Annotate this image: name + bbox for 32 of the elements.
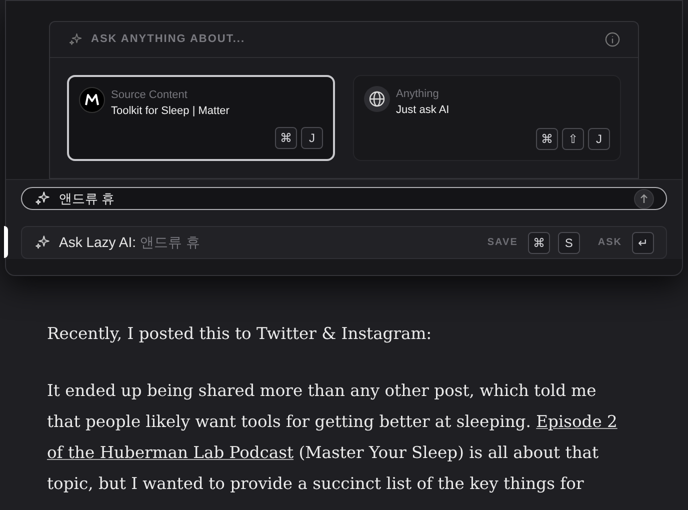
- panel-title: ASK ANYTHING ABOUT...: [91, 32, 246, 48]
- paragraph: Recently, I posted this to Twitter & Instagram:: [47, 323, 433, 345]
- article-link[interactable]: Episode 2: [536, 412, 618, 431]
- send-icon[interactable]: [634, 188, 654, 208]
- paragraph: It ended up being shared more than any other post, which told me that people likely want tools for getting better at sleeping. Episode 2 of the Huberman Lab Podcast (Master Your Sleep) is all about that topic, but I wanted to provide a succinct list of the key things for: [47, 380, 618, 495]
- sparkle-icon: [68, 32, 83, 47]
- key-hint: S: [558, 232, 580, 254]
- suggestion-query: 앤드류 휴: [140, 234, 200, 250]
- key-hint: ⌘: [536, 128, 558, 150]
- option-title: Toolkit for Sleep | Matter: [111, 104, 230, 119]
- ask-label: ASK: [598, 236, 622, 250]
- key-hint: ⌘: [275, 127, 298, 149]
- sparkle-icon: [34, 190, 51, 207]
- save-label: SAVE: [487, 236, 518, 250]
- sparkle-icon: [34, 234, 51, 251]
- key-hint: J: [588, 128, 610, 150]
- key-hint: ⇧: [562, 128, 584, 150]
- prompt-field[interactable]: 앤드류 휴: [21, 187, 667, 210]
- key-hint: J: [301, 127, 324, 149]
- info-icon[interactable]: [605, 32, 620, 47]
- key-hint: ↵: [632, 232, 654, 254]
- source-option[interactable]: Source Content Toolkit for Sleep | Matter ⌘ J: [67, 75, 336, 161]
- option-label: Anything: [396, 87, 440, 102]
- globe-icon: [364, 86, 390, 112]
- source-option[interactable]: Anything Just ask AI ⌘ ⇧ J: [353, 75, 621, 161]
- suggestion-prefix: Ask Lazy AI:: [59, 234, 136, 250]
- key-hint: ⌘: [528, 232, 550, 254]
- logo-icon: [79, 87, 105, 113]
- suggestion-row[interactable]: Ask Lazy AI: 앤드류 휴 SAVE ⌘ S ASK ↵: [21, 226, 667, 259]
- article-link[interactable]: of the Huberman Lab Podcast: [47, 443, 294, 462]
- option-title: Just ask AI: [396, 103, 450, 118]
- option-label: Source Content: [111, 88, 188, 103]
